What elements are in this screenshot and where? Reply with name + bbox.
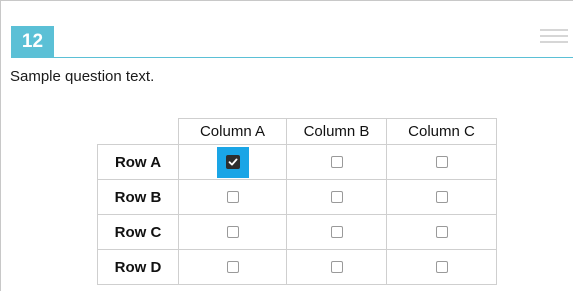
row-label: Row A	[114, 153, 162, 171]
row-label: Row C	[114, 223, 162, 241]
checkmark-icon	[225, 155, 240, 169]
row-header: Row A	[97, 144, 179, 180]
row-label: Row D	[114, 258, 162, 276]
hamburger-menu-icon[interactable]	[540, 26, 568, 46]
table-row: Row B	[97, 179, 497, 215]
corner-cell	[98, 119, 179, 145]
question-text: Sample question text.	[10, 68, 155, 85]
matrix-cell	[386, 214, 497, 250]
checkbox-row2-colb[interactable]	[330, 191, 343, 203]
row-label: Row B	[114, 188, 162, 206]
checkbox-row3-cola[interactable]	[226, 226, 239, 238]
checkbox-row3-colb[interactable]	[330, 226, 343, 238]
column-header-a: Column A	[178, 118, 287, 145]
row-header: Row B	[97, 179, 179, 215]
checkbox-row4-cola[interactable]	[226, 261, 239, 273]
checkbox-row1-colb[interactable]	[330, 156, 343, 168]
question-number: 12	[21, 31, 44, 52]
matrix-cell	[178, 249, 287, 285]
matrix-cell	[178, 214, 287, 250]
question-number-badge: 12	[11, 26, 54, 58]
checkbox-row3-colc[interactable]	[435, 226, 448, 238]
column-header-c: Column C	[386, 118, 497, 145]
matrix-cell	[286, 249, 387, 285]
matrix-cell	[178, 179, 287, 215]
table-row: Row C	[97, 214, 497, 250]
checkbox-row4-colc[interactable]	[435, 261, 448, 273]
matrix-cell	[286, 144, 387, 180]
table-row: Row A	[97, 144, 497, 180]
checkbox-row1-colc[interactable]	[435, 156, 448, 168]
row-header: Row D	[97, 249, 179, 285]
question-panel: 12 Sample question text. Column A Column…	[0, 0, 573, 291]
matrix-cell	[386, 249, 497, 285]
checkbox-row2-colc[interactable]	[435, 191, 448, 203]
header-divider	[11, 57, 573, 58]
matrix-cell	[386, 144, 497, 180]
checkbox-row1-cola[interactable]	[216, 146, 249, 178]
checkbox-row4-colb[interactable]	[330, 261, 343, 273]
matrix-cell	[286, 214, 387, 250]
column-header-b: Column B	[286, 118, 387, 145]
matrix-table: Column A Column B Column C Row A Row B Row…	[97, 118, 497, 285]
matrix-cell	[386, 179, 497, 215]
matrix-cell	[178, 144, 287, 180]
table-row: Row D	[97, 249, 497, 285]
row-header: Row C	[97, 214, 179, 250]
checkbox-row2-cola[interactable]	[226, 191, 239, 203]
matrix-cell	[286, 179, 387, 215]
